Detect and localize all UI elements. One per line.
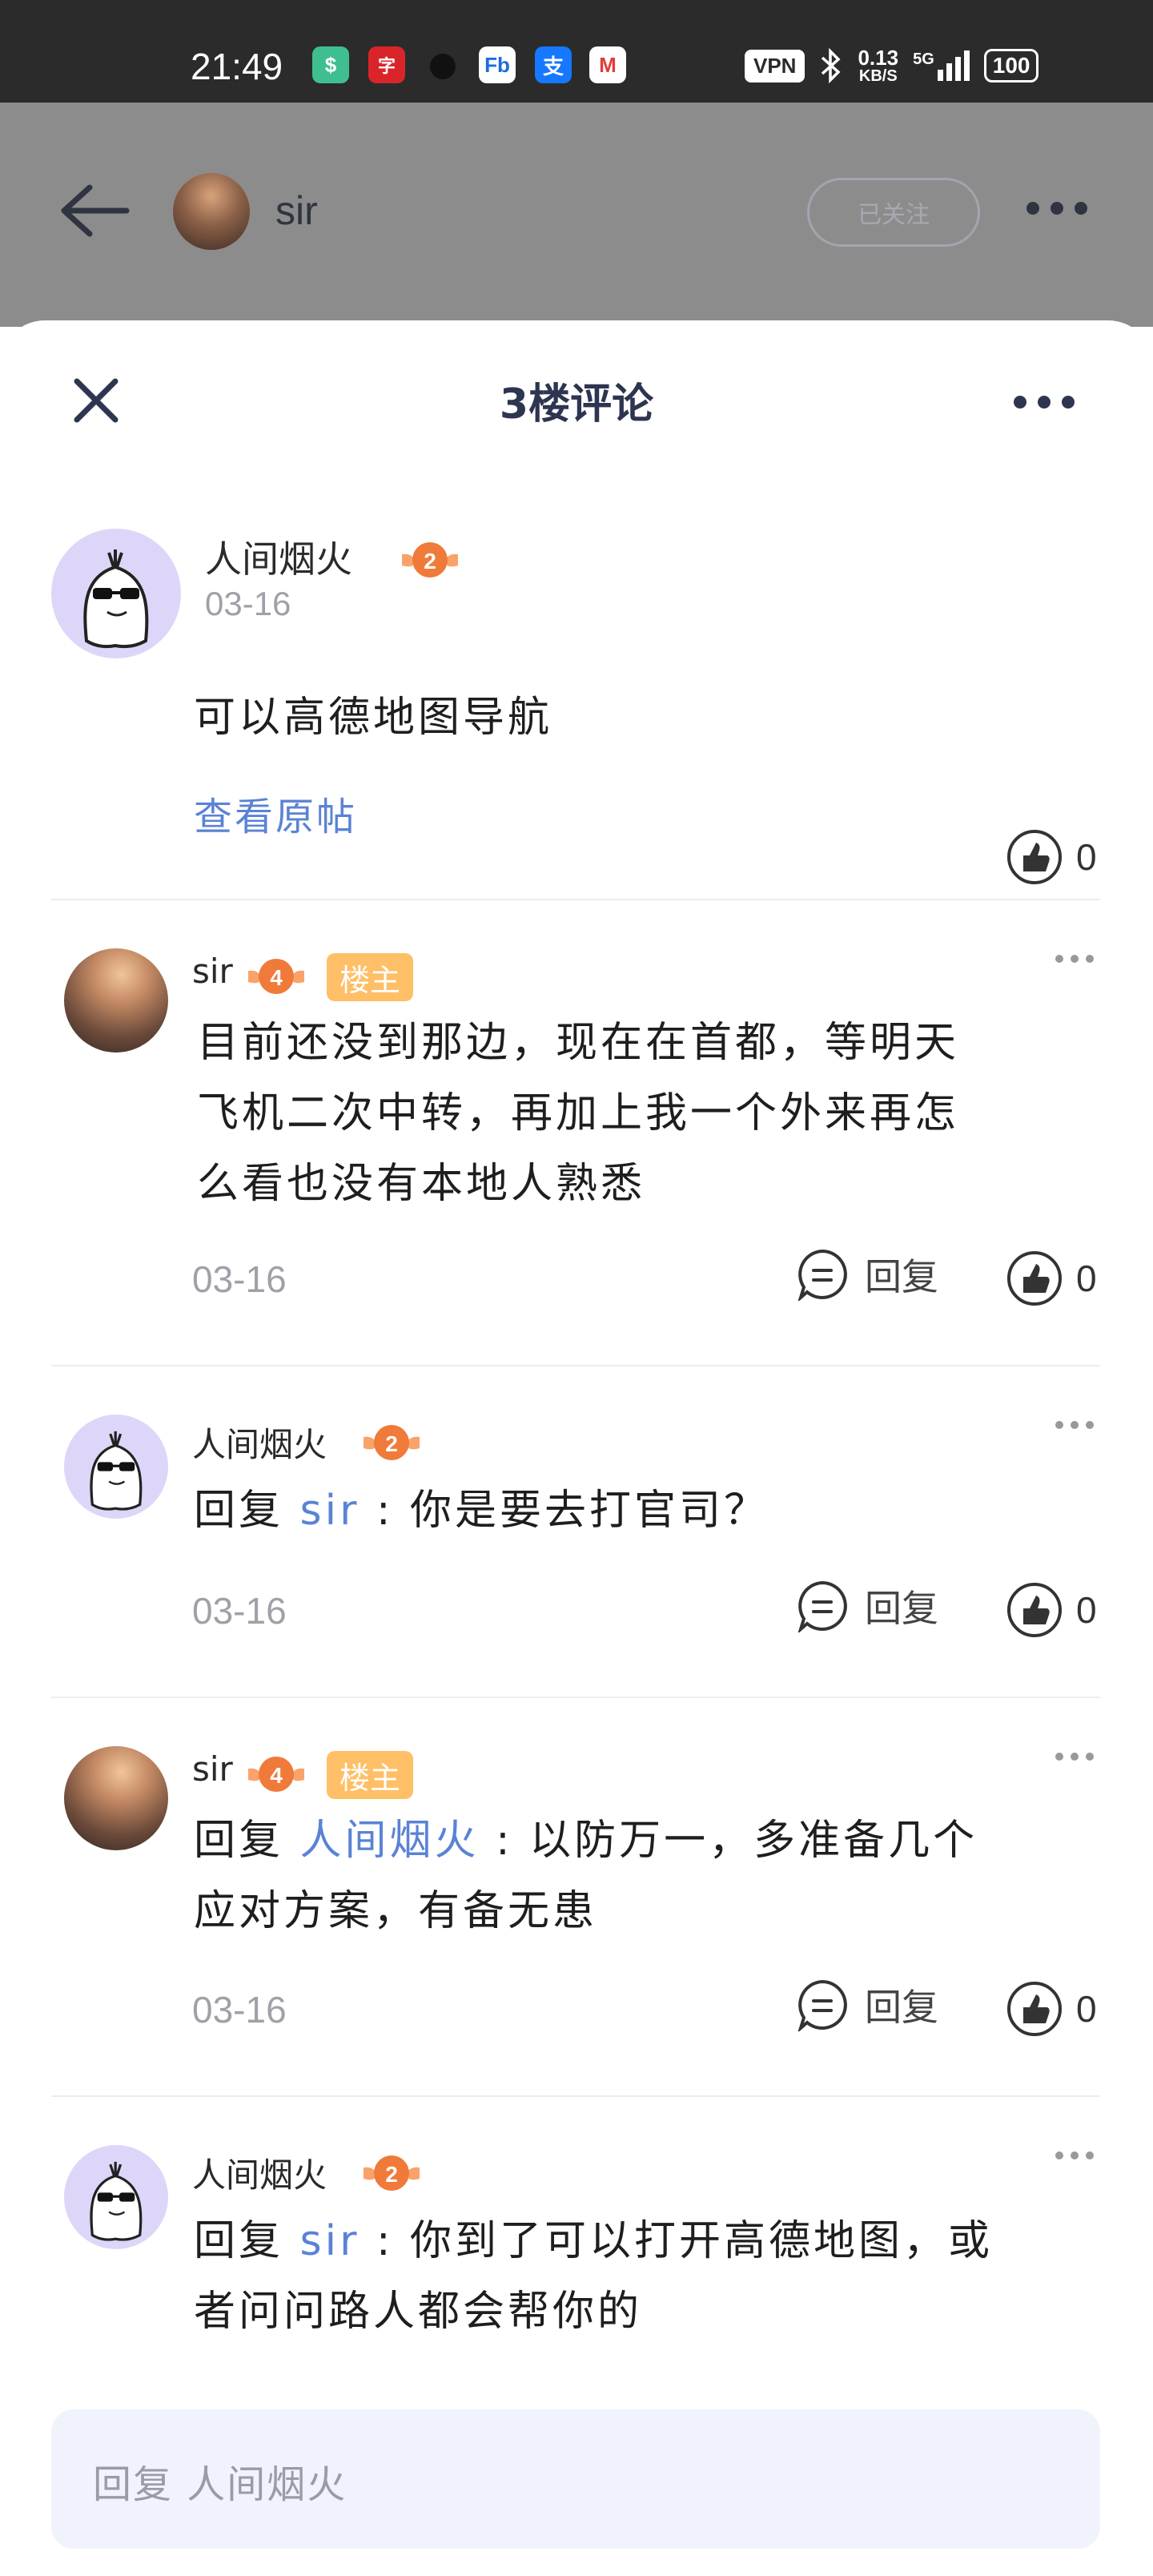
status-bar: 21:49 $ 字 Fb 支 M VPN 0.13 KB/S 5G 100 — [0, 0, 1153, 103]
commenter-name[interactable]: 人间烟火 — [192, 2148, 327, 2197]
vpn-badge: VPN — [745, 49, 805, 83]
avatar[interactable] — [64, 1746, 168, 1850]
reply-target-link[interactable]: sir — [300, 1487, 360, 1535]
more-icon[interactable] — [1054, 1751, 1095, 1762]
divider — [51, 2095, 1100, 2097]
status-indicators: VPN 0.13 KB/S 5G 100 — [745, 45, 1039, 87]
thumbs-up-icon — [1007, 1982, 1062, 2036]
post-header: sir 已关注 — [0, 103, 1153, 327]
reply-text: 回复 sir : 你到了可以打开高德地图，或 者问问路人都会帮你的 — [194, 2217, 994, 2336]
shield-app-icon: $ — [312, 46, 349, 83]
ghost-sunglasses-icon — [83, 549, 149, 649]
svg-text:4: 4 — [270, 965, 283, 990]
comment-icon — [797, 1979, 847, 2031]
more-icon[interactable] — [1010, 392, 1078, 412]
svg-text:4: 4 — [270, 1763, 283, 1788]
signal-indicator: 5G — [913, 50, 970, 81]
like-count: 0 — [1076, 1589, 1097, 1631]
like-button[interactable]: 0 — [1006, 1980, 1097, 2038]
reply-button[interactable]: 回复 — [796, 1978, 938, 2031]
avatar[interactable] — [64, 1415, 168, 1519]
reply-button[interactable]: 回复 — [796, 1248, 938, 1301]
view-original-link[interactable]: 查看原帖 — [194, 785, 357, 841]
owner-tag: 楼主 — [327, 1751, 414, 1799]
reply-text: 目前还没到那边，现在在首都，等明天 飞机二次中转，再加上我一个外来再怎 么看也没… — [197, 1019, 960, 1208]
comment-icon — [797, 1249, 847, 1301]
divider — [51, 899, 1100, 900]
like-button[interactable]: 0 — [1006, 1250, 1097, 1307]
like-button[interactable]: 0 — [1006, 1581, 1097, 1639]
like-button[interactable]: 0 — [1006, 828, 1097, 886]
avatar[interactable] — [64, 2145, 168, 2249]
level-badge-icon: 4 — [248, 959, 304, 994]
reply-target-link[interactable]: sir — [300, 2217, 360, 2265]
network-speed: 0.13 KB/S — [858, 46, 899, 85]
svg-text:2: 2 — [424, 549, 436, 574]
author-name[interactable]: sir — [275, 187, 318, 234]
like-count: 0 — [1076, 1258, 1097, 1299]
commenter-name[interactable]: sir — [192, 1749, 233, 1789]
fb-app-icon: Fb — [479, 46, 516, 83]
black-app-icon — [424, 46, 461, 83]
battery-indicator: 100 — [983, 49, 1039, 83]
level-badge-icon: 2 — [364, 1425, 420, 1460]
svg-text:2: 2 — [385, 2162, 398, 2187]
more-icon[interactable] — [1054, 2150, 1095, 2161]
avatar[interactable] — [51, 529, 181, 658]
reply-text: 回复 sir : 你是要去打官司？ — [194, 1487, 769, 1535]
reply-button[interactable]: 回复 — [796, 1580, 938, 1632]
svg-text:2: 2 — [385, 1431, 398, 1456]
avatar[interactable] — [64, 948, 168, 1053]
ghost-sunglasses-icon — [90, 1431, 143, 1511]
commenter-name[interactable]: sir — [192, 952, 233, 991]
author-avatar[interactable] — [173, 173, 250, 250]
reply-date: 03-16 — [192, 1989, 287, 2031]
more-icon[interactable] — [1054, 1419, 1095, 1431]
status-time: 21:49 — [191, 46, 283, 87]
sheet-title: 3楼评论 — [499, 380, 654, 429]
level-badge-icon: 2 — [402, 542, 458, 578]
back-arrow-icon[interactable] — [58, 183, 130, 239]
thumbs-up-icon — [1007, 830, 1062, 884]
comment-icon — [797, 1580, 847, 1632]
like-count: 0 — [1076, 836, 1097, 878]
reply-target-link[interactable]: 人间烟火 — [300, 1817, 480, 1865]
follow-button[interactable]: 已关注 — [807, 178, 980, 247]
bank-app-icon: M — [589, 46, 626, 83]
reply-input-placeholder: 回复 人间烟火 — [93, 2462, 348, 2507]
divider — [51, 1697, 1100, 1698]
divider — [51, 1365, 1100, 1366]
like-count: 0 — [1076, 1988, 1097, 2030]
commenter-name[interactable]: 人间烟火 — [205, 530, 352, 583]
more-icon[interactable] — [1054, 953, 1095, 964]
red-app-icon: 字 — [368, 46, 405, 83]
bluetooth-icon — [822, 48, 842, 83]
thumbs-up-icon — [1007, 1583, 1062, 1637]
reply-date: 03-16 — [192, 1590, 287, 1632]
more-icon[interactable] — [1023, 199, 1091, 218]
commenter-name[interactable]: 人间烟火 — [192, 1418, 327, 1467]
reply-date: 03-16 — [192, 1258, 287, 1300]
comment-date: 03-16 — [205, 585, 291, 622]
ghost-sunglasses-icon — [90, 2161, 143, 2241]
reply-input[interactable]: 回复 人间烟火 — [51, 2409, 1100, 2549]
level-badge-icon: 2 — [364, 2155, 420, 2191]
alipay-app-icon: 支 — [535, 46, 572, 83]
level-badge-icon: 4 — [248, 1757, 304, 1792]
owner-tag: 楼主 — [327, 953, 414, 1001]
thumbs-up-icon — [1007, 1251, 1062, 1306]
comment-text: 可以高德地图导航 — [194, 694, 553, 742]
reply-text: 回复 人间烟火 : 以防万一，多准备几个 应对方案，有备无患 — [194, 1817, 978, 1935]
